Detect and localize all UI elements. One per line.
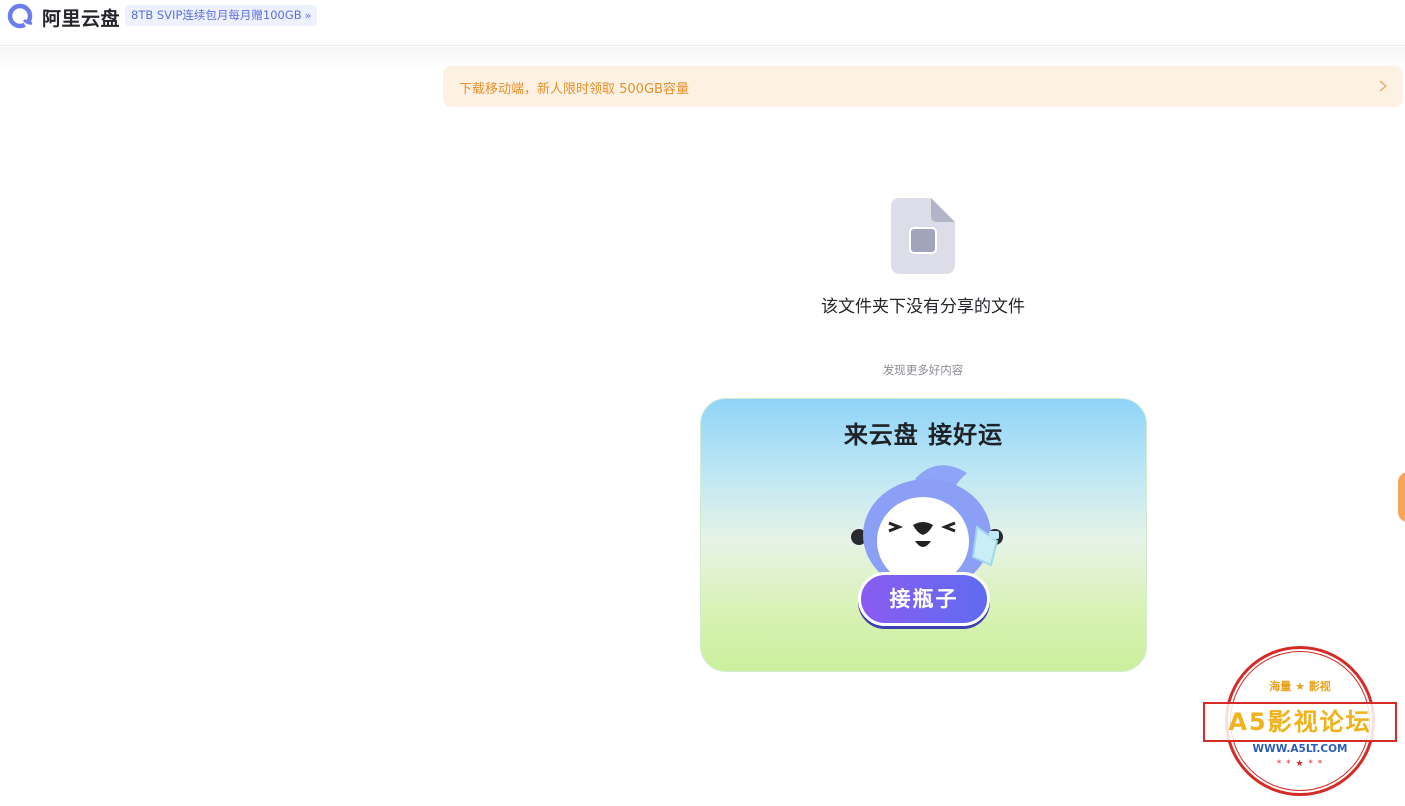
promo-badge-label: 8TB SVIP连续包月每月赠100GB [131, 8, 302, 22]
banner-title: 来云盘 接好运 [843, 421, 1004, 449]
stamp-main-text: A5影视论坛 [1203, 702, 1397, 742]
double-chevron-right-icon: » [304, 9, 312, 22]
discover-more-label: 发现更多好内容 [882, 363, 964, 377]
chevron-right-icon [1379, 80, 1388, 92]
empty-folder-message: 该文件夹下没有分享的文件 [821, 297, 1025, 317]
download-app-notice[interactable]: 下载移动端，新人限时领取 500GB容量 [443, 66, 1403, 107]
empty-file-icon [891, 198, 955, 274]
catch-bottle-button[interactable]: 接瓶子 [858, 572, 990, 626]
top-bar: 阿里云盘 8TB SVIP连续包月每月赠100GB» [0, 0, 1405, 46]
app-name[interactable]: 阿里云盘 [42, 4, 120, 31]
promo-banner[interactable]: 来云盘 接好运 接瓶子 [700, 398, 1147, 672]
svip-promo-badge[interactable]: 8TB SVIP连续包月每月赠100GB» [125, 5, 318, 26]
stamp-stars: * * ★ * * [1276, 759, 1324, 769]
side-floating-tab[interactable] [1398, 472, 1405, 522]
aliyun-drive-logo-icon[interactable] [6, 3, 34, 29]
notice-text: 下载移动端，新人限时领取 500GB容量 [459, 82, 689, 97]
a5-forum-watermark-stamp: 海量 ★ 影视 A5影视论坛 WWW.A5LT.COM * * ★ * * [1200, 644, 1400, 800]
stamp-url: WWW.A5LT.COM [1252, 743, 1348, 755]
stamp-top-text: 海量 ★ 影视 [1269, 680, 1331, 693]
